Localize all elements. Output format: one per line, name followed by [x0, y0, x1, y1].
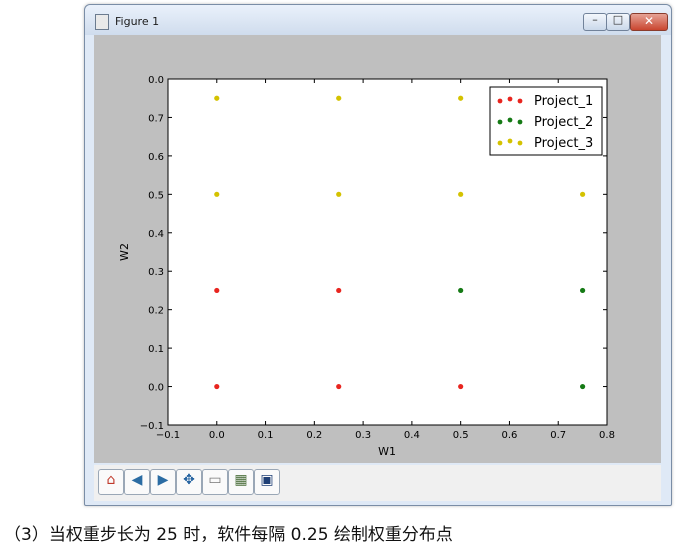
data-point-project-1 — [458, 383, 464, 390]
data-point-project-3 — [214, 191, 220, 197]
y-axis-label: W2 — [118, 243, 131, 261]
data-point-project-2 — [580, 287, 586, 294]
y-tick-label: −0.1 — [140, 421, 164, 432]
x-axis-label: W1 — [378, 445, 396, 458]
x-tick-label: 0.7 — [550, 430, 566, 441]
data-point-project-3 — [458, 95, 464, 101]
x-tick-label: 0.5 — [453, 430, 469, 441]
legend-label-project-2: Project_2 — [534, 115, 593, 130]
legend-marker-project-1 — [507, 96, 513, 102]
x-tick-label: 0.4 — [404, 430, 420, 441]
data-point-project-1 — [214, 383, 220, 390]
legend-marker-project-1 — [497, 98, 503, 104]
y-tick-label: 0.5 — [148, 190, 164, 201]
y-tick-label: 0.7 — [148, 113, 164, 124]
data-point-project-3 — [336, 95, 342, 101]
legend-marker-project-1 — [517, 98, 523, 104]
x-tick-label: 0.3 — [355, 430, 371, 441]
legend-marker-project-3 — [497, 140, 503, 146]
legend: Project_1 Project_2 Project_3 — [489, 86, 603, 156]
data-point-project-1 — [336, 383, 342, 390]
data-point-project-2 — [580, 383, 586, 390]
legend-marker-project-2 — [507, 117, 513, 123]
data-point-project-3 — [336, 191, 342, 197]
data-point-project-2 — [458, 287, 464, 294]
legend-marker-project-2 — [497, 119, 503, 125]
x-tick-label: 0.0 — [209, 430, 225, 441]
legend-marker-project-3 — [517, 140, 523, 146]
x-tick-label: 0.6 — [501, 430, 517, 441]
y-tick-label: 0.2 — [148, 306, 164, 317]
legend-marker-project-2 — [517, 119, 523, 125]
scatter-plot: −0.1 0.0 0.1 0.2 0.3 0.4 0.5 0.6 0.7 0.8−0.10.00.… — [118, 75, 615, 458]
data-point-project-3 — [214, 95, 220, 101]
data-point-project-3 — [580, 191, 586, 197]
y-tick-label: 0.3 — [148, 267, 164, 278]
x-tick-label: 0.2 — [306, 430, 322, 441]
y-tick-label: 0.0 — [148, 383, 164, 394]
figure-caption: （3）当权重步长为 25 时，软件每隔 0.25 绘制权重分布点 — [4, 525, 453, 545]
legend-label-project-1: Project_1 — [534, 94, 593, 109]
x-tick-label: 0.1 — [258, 430, 274, 441]
data-point-project-1 — [214, 287, 220, 294]
x-tick-label: 0.8 — [599, 430, 615, 441]
y-tick-label: 0.4 — [148, 229, 164, 240]
y-tick-label: 0.1 — [148, 344, 164, 355]
legend-marker-project-3 — [507, 138, 513, 144]
data-point-project-3 — [458, 191, 464, 197]
legend-label-project-3: Project_3 — [534, 136, 593, 151]
data-point-project-1 — [336, 287, 342, 294]
y-tick-label: 0.0 — [148, 75, 164, 86]
y-tick-label: 0.6 — [148, 152, 164, 163]
